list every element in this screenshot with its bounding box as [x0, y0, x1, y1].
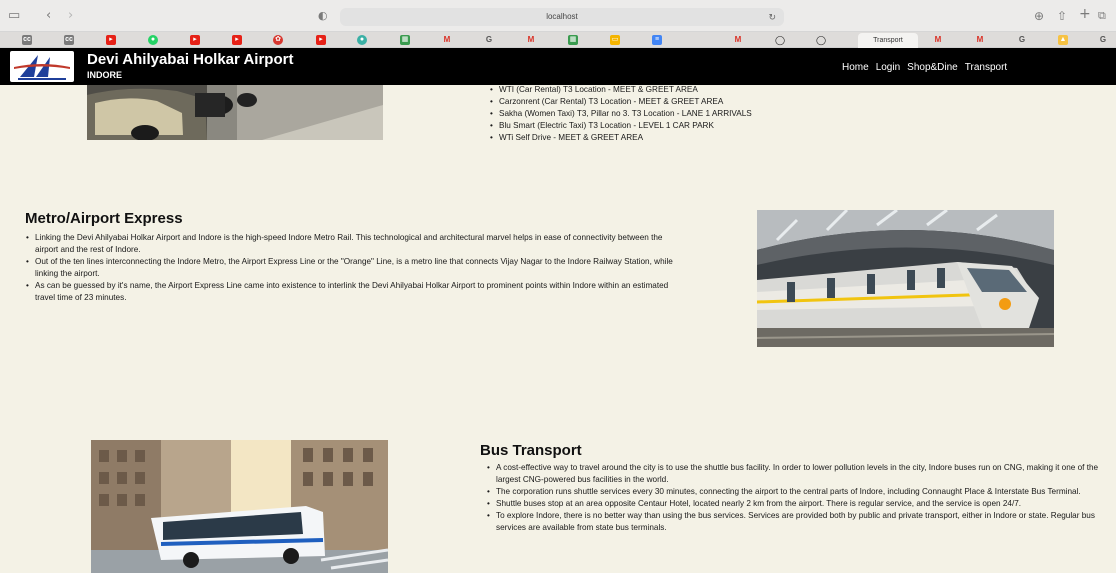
tab-favicon-icon[interactable]: cc: [64, 35, 74, 45]
nav-login[interactable]: Login: [876, 62, 900, 73]
drive-icon[interactable]: ▲: [1058, 35, 1068, 45]
sidebar-toggle-icon[interactable]: ▭: [8, 8, 20, 24]
site-header: Devi Ahilyabai Holkar Airport INDORE Hom…: [0, 48, 1116, 85]
new-tab-icon[interactable]: +: [1079, 6, 1091, 22]
tab-overview-icon[interactable]: ⧉: [1098, 8, 1106, 24]
google-icon[interactable]: G: [1017, 35, 1027, 45]
list-item: Blu Smart (Electric Taxi) T3 Location - …: [489, 120, 909, 132]
sheets-icon[interactable]: ▦: [568, 35, 578, 45]
google-icon[interactable]: G: [1098, 35, 1108, 45]
bus-heading: Bus Transport: [480, 442, 582, 459]
bus-image: [91, 440, 388, 573]
aai-logo[interactable]: [10, 51, 74, 82]
taxi-image: [87, 85, 383, 140]
list-item: A cost-effective way to travel around th…: [486, 462, 1111, 486]
list-item: As can be guessed by it's name, the Airp…: [25, 280, 675, 304]
whatsapp-icon[interactable]: ●: [148, 35, 158, 45]
tab-transport[interactable]: Transport: [858, 33, 918, 48]
youtube-icon[interactable]: ▸: [190, 35, 200, 45]
list-item: Sakha (Women Taxi) T3, Pillar no 3. T3 L…: [489, 108, 909, 120]
list-item: Linking the Devi Ahilyabai Holkar Airpor…: [25, 232, 675, 256]
youtube-icon[interactable]: ▸: [106, 35, 116, 45]
docs-icon[interactable]: ≡: [652, 35, 662, 45]
nav-transport[interactable]: Transport: [965, 62, 1007, 73]
list-item: Shuttle buses stop at an area opposite C…: [486, 498, 1111, 510]
nav-home[interactable]: Home: [842, 62, 869, 73]
youtube-icon[interactable]: ▸: [316, 35, 326, 45]
metro-list: Linking the Devi Ahilyabai Holkar Airpor…: [25, 232, 675, 304]
site-title: Devi Ahilyabai Holkar Airport: [87, 51, 294, 68]
site-nav: Home Login Shop&Dine Transport: [842, 62, 1014, 73]
aai-logo-icon: [14, 55, 70, 80]
nav-shop-dine[interactable]: Shop&Dine: [907, 62, 958, 73]
tab-favicon-icon[interactable]: cc: [22, 35, 32, 45]
tab-label: Transport: [873, 37, 903, 44]
google-icon[interactable]: G: [484, 35, 494, 45]
metro-train-image: [757, 210, 1054, 347]
list-item: The corporation runs shuttle services ev…: [486, 486, 1111, 498]
shield-icon[interactable]: ◐: [318, 8, 328, 24]
taxi-list: WTI (Car Rental) T3 Location - MEET & GR…: [489, 84, 909, 144]
gmail-icon[interactable]: M: [975, 35, 985, 45]
tab-favicon-icon[interactable]: ✿: [273, 35, 283, 45]
reload-icon[interactable]: ↻: [768, 8, 776, 26]
site-subtitle: INDORE: [87, 70, 123, 80]
bus-list: A cost-effective way to travel around th…: [486, 462, 1111, 534]
back-arrow-icon[interactable]: ‹: [46, 8, 51, 24]
download-icon[interactable]: ⊕: [1034, 8, 1044, 24]
address-bar[interactable]: localhost ↻: [340, 8, 784, 26]
share-icon[interactable]: ⇧: [1057, 8, 1067, 24]
address-text: localhost: [546, 12, 578, 21]
list-item: To explore Indore, there is no better wa…: [486, 510, 1111, 534]
browser-toolbar: ▭ ‹ › ◐ localhost ↻ ⊕ ⇧ + ⧉: [0, 0, 1116, 32]
gmail-icon[interactable]: M: [526, 35, 536, 45]
gmail-icon[interactable]: M: [733, 35, 743, 45]
github-icon[interactable]: ◯: [775, 35, 785, 45]
list-item: Out of the ten lines interconnecting the…: [25, 256, 675, 280]
list-item: Carzonrent (Car Rental) T3 Location - ME…: [489, 96, 909, 108]
tab-bar: cc cc ▸ ● ▸ ▸ ✿ ▸ ● ▦ M G M ▦ ▭ ≡ M ◯ ◯ …: [0, 32, 1116, 48]
github-icon[interactable]: ◯: [816, 35, 826, 45]
gmail-icon[interactable]: M: [442, 35, 452, 45]
metro-heading: Metro/Airport Express: [25, 210, 183, 227]
forward-arrow-icon[interactable]: ›: [68, 8, 73, 24]
list-item: WTi Self Drive - MEET & GREET AREA: [489, 132, 909, 144]
list-item: WTI (Car Rental) T3 Location - MEET & GR…: [489, 84, 909, 96]
slides-icon[interactable]: ▭: [610, 35, 620, 45]
gmail-icon[interactable]: M: [933, 35, 943, 45]
youtube-icon[interactable]: ▸: [232, 35, 242, 45]
tab-favicon-icon[interactable]: ●: [357, 35, 367, 45]
sheets-icon[interactable]: ▦: [400, 35, 410, 45]
